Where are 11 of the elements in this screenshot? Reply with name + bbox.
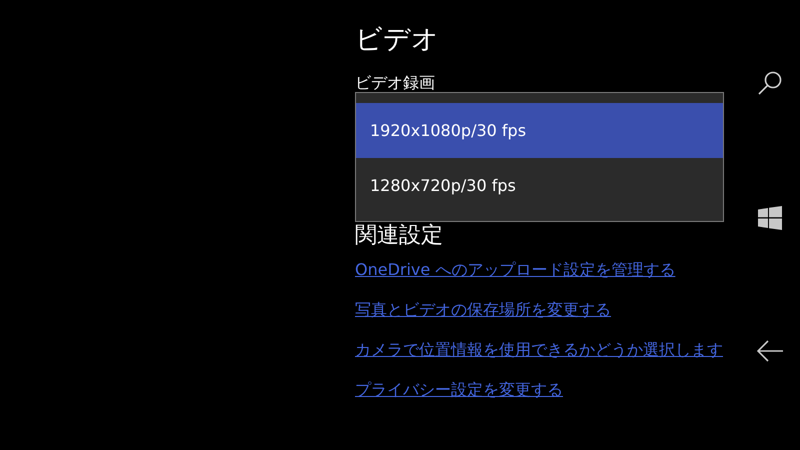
back-arrow-icon[interactable] <box>757 340 783 362</box>
windows-logo-icon[interactable] <box>758 206 782 230</box>
settings-link[interactable]: プライバシー設定を変更する <box>355 378 563 402</box>
settings-link[interactable]: カメラで位置情報を使用できるかどうか選択します <box>355 338 723 362</box>
dropdown-option[interactable]: 1920x1080p/30 fps <box>356 103 723 158</box>
settings-link[interactable]: OneDrive へのアップロード設定を管理する <box>355 258 676 282</box>
setting-label: ビデオ録画 <box>355 74 435 92</box>
page-title: ビデオ <box>355 23 439 57</box>
search-icon[interactable] <box>757 70 783 96</box>
section-heading: 関連設定 <box>355 223 443 249</box>
settings-link[interactable]: 写真とビデオの保存場所を変更する <box>355 298 611 322</box>
